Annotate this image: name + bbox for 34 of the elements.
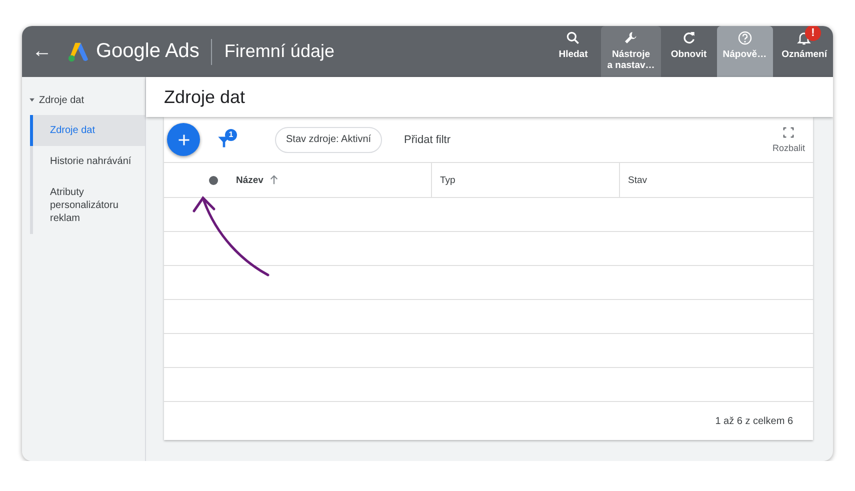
toolbar-button[interactable]: Obnovit (664, 26, 714, 77)
refresh-icon (680, 30, 697, 46)
filter-button[interactable]: 1 (217, 128, 239, 150)
alert-badge: ! (805, 26, 821, 41)
back-button[interactable]: ← (32, 40, 52, 63)
caret-icon (28, 96, 36, 104)
wrench-icon (623, 30, 639, 46)
toolbar-button[interactable]: Oznámení ! (776, 26, 833, 77)
filter-chip[interactable]: Stav zdroje: Aktivní (275, 126, 382, 152)
logo-icon (66, 40, 90, 62)
add-filter-link[interactable]: Přidat filtr (396, 130, 459, 150)
sidebar-group[interactable]: Zdroje dat (22, 91, 145, 109)
column-header[interactable]: Stav (619, 163, 813, 197)
filter-count: 1 (225, 128, 237, 140)
column-header[interactable]: Typ (431, 163, 619, 197)
toolbar-button[interactable]: Nástroje a nastav… (601, 26, 661, 77)
help-icon (736, 30, 753, 46)
status-dot (209, 176, 218, 185)
fullscreen-icon (783, 126, 794, 138)
expand-button[interactable]: Rozbalit (772, 126, 805, 152)
page-title: Zdroje dat (146, 77, 833, 117)
sidebar-group-label: Zdroje dat (39, 94, 84, 106)
add-button[interactable] (167, 123, 200, 156)
search-icon (565, 30, 582, 46)
product-name: Google Ads (96, 40, 200, 63)
sidebar-item[interactable]: Historie nahrávání (30, 146, 145, 177)
pagination-text: 1 až 6 z celkem 6 (714, 414, 794, 428)
toolbar-button[interactable]: Hledat (548, 26, 598, 77)
sidebar-item[interactable]: Zdroje dat (30, 115, 145, 146)
section-title: Firemní údaje (224, 41, 336, 62)
plus-icon (176, 132, 190, 146)
bell-icon (796, 30, 812, 46)
sidebar-item[interactable]: Atributy personalizátoru reklam (30, 177, 145, 234)
column-header[interactable]: Název (164, 163, 431, 197)
